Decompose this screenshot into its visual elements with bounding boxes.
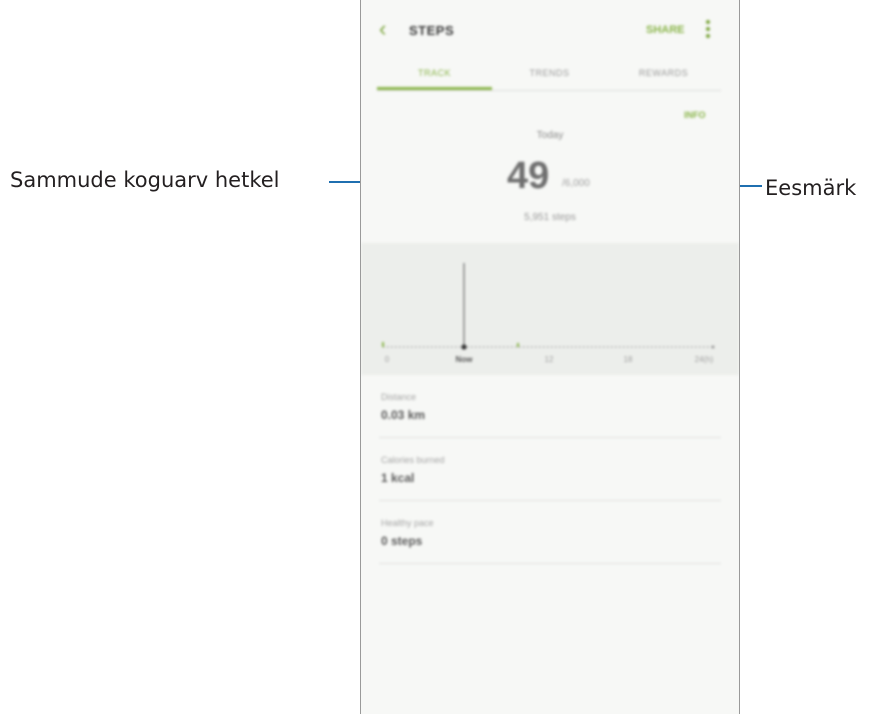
steps-remaining: 5,951 steps <box>524 212 576 223</box>
stat-label: Healthy pace <box>381 518 434 528</box>
share-button[interactable]: SHARE <box>646 24 685 36</box>
stat-label: Calories burned <box>381 455 445 465</box>
stat-value: 1 kcal <box>381 471 415 485</box>
list-item: Healthy pace 0 steps <box>379 501 721 564</box>
chart-end-dot <box>711 345 715 349</box>
chart-bar <box>382 342 384 347</box>
page-title: STEPS <box>409 23 455 38</box>
callout-current-steps-label: Sammude koguarv hetkel <box>10 168 280 192</box>
stat-value: 0.03 km <box>381 408 426 422</box>
step-chart: 0 Now 12 18 24(h) <box>361 243 739 375</box>
step-count: 49 <box>507 155 550 197</box>
active-tab-indicator <box>377 87 492 90</box>
tab-bar: TRACK TRENDS REWARDS <box>377 62 721 91</box>
goal-value: /6,000 <box>562 178 590 189</box>
callout-goal-label: Eesmärk <box>765 176 857 200</box>
phone-screen: ‹ STEPS SHARE TRACK TRENDS REWARDS INFO … <box>360 0 740 714</box>
x-tick-label: 18 <box>623 355 633 364</box>
app-bar: ‹ STEPS SHARE <box>361 0 739 62</box>
chevron-left-icon[interactable]: ‹ <box>379 18 393 40</box>
info-button[interactable]: INFO <box>684 110 706 120</box>
tab-trends[interactable]: TRENDS <box>492 68 607 78</box>
more-vert-icon[interactable] <box>705 20 711 40</box>
list-item: Calories burned 1 kcal <box>379 438 721 501</box>
tab-track[interactable]: TRACK <box>377 68 492 78</box>
now-marker-dot <box>461 344 467 350</box>
chart-bar <box>517 343 519 347</box>
list-item: Distance 0.03 km <box>379 375 721 438</box>
x-tick-label: 0 <box>384 355 390 364</box>
stat-label: Distance <box>381 392 417 402</box>
x-tick-label: 24(h) <box>694 355 714 364</box>
today-label: Today <box>536 130 564 141</box>
stats-list: Distance 0.03 km Calories burned 1 kcal … <box>379 375 721 564</box>
figure: Sammude koguarv hetkel Eesmärk ‹ STEPS S… <box>0 0 884 714</box>
tab-rewards[interactable]: REWARDS <box>606 68 721 78</box>
x-tick-label: 12 <box>544 355 554 364</box>
x-tick-label-now: Now <box>455 355 473 364</box>
stat-value: 0 steps <box>381 534 423 548</box>
